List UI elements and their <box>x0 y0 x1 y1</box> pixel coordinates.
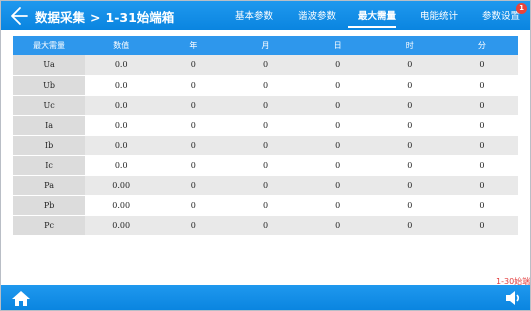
value-cell: 0 <box>301 115 374 136</box>
value-cell: 0 <box>445 175 518 196</box>
value-cell: 0 <box>373 135 446 156</box>
value-cell: 0 <box>301 135 374 156</box>
value-cell: 0.0 <box>85 115 158 136</box>
value-cell: 0 <box>157 195 230 216</box>
value-cell: 0 <box>445 55 518 76</box>
tab-max-demand[interactable]: 最大需量 <box>358 8 396 22</box>
row-label-cell: Pc <box>13 215 86 236</box>
value-cell: 0 <box>373 215 446 236</box>
value-cell: 0 <box>373 115 446 136</box>
value-cell: 0 <box>229 175 302 196</box>
value-cell: 0 <box>445 75 518 96</box>
row-label-cell: Ub <box>13 75 86 96</box>
tab-basic-params[interactable]: 基本参数 <box>235 8 273 22</box>
tab-param-settings[interactable]: 参数设置 <box>482 8 520 22</box>
max-demand-table: 最大需量 数值 年 月 日 时 分 Ua 0.0 0 0 0 0 0 Ub 0.0 0 0 0 0 0 Uc… <box>13 36 518 236</box>
table-row: Pb 0.00 0 0 0 0 0 <box>13 195 518 216</box>
value-cell: 0.0 <box>85 155 158 176</box>
row-label-cell: Ic <box>13 155 86 176</box>
value-cell: 0 <box>373 75 446 96</box>
title-device: 1-31始端箱 <box>105 10 175 25</box>
value-cell: 0 <box>373 55 446 76</box>
value-cell: 0 <box>301 175 374 196</box>
value-cell: 0 <box>229 75 302 96</box>
value-cell: 0 <box>157 75 230 96</box>
value-cell: 0.0 <box>85 55 158 76</box>
row-label-cell: Pa <box>13 175 86 196</box>
row-label-cell: Ia <box>13 115 86 136</box>
value-cell: 0 <box>445 155 518 176</box>
value-cell: 0 <box>373 95 446 116</box>
value-cell: 0 <box>229 55 302 76</box>
table-row: Pa 0.00 0 0 0 0 0 <box>13 175 518 196</box>
value-cell: 0 <box>445 215 518 236</box>
tab-energy-stats[interactable]: 电能统计 <box>420 8 458 22</box>
value-cell: 0.0 <box>85 75 158 96</box>
value-cell: 0.00 <box>85 175 158 196</box>
breadcrumb-separator: > <box>90 10 101 25</box>
value-cell: 0 <box>301 75 374 96</box>
value-cell: 0 <box>445 135 518 156</box>
value-cell: 0.00 <box>85 195 158 216</box>
bottom-bar <box>1 285 530 310</box>
active-tab-indicator <box>348 26 396 28</box>
top-bar: 数据采集 >1-31始端箱 基本参数 谐波参数 最大需量 电能统计 参数设置 1 <box>1 1 530 30</box>
row-label-cell: Uc <box>13 95 86 116</box>
column-header: 数值 <box>85 36 158 55</box>
column-header: 日 <box>301 36 374 55</box>
value-cell: 0 <box>229 115 302 136</box>
value-cell: 0 <box>157 55 230 76</box>
value-cell: 0 <box>301 155 374 176</box>
value-cell: 0.0 <box>85 135 158 156</box>
value-cell: 0 <box>229 195 302 216</box>
value-cell: 0 <box>373 155 446 176</box>
tab-harmonic-params[interactable]: 谐波参数 <box>298 8 336 22</box>
table-header-row: 最大需量 数值 年 月 日 时 分 <box>13 36 518 55</box>
value-cell: 0 <box>157 215 230 236</box>
value-cell: 0 <box>229 155 302 176</box>
value-cell: 0 <box>301 95 374 116</box>
table-row: Ia 0.0 0 0 0 0 0 <box>13 115 518 136</box>
row-label-cell: Pb <box>13 195 86 216</box>
table-row: Ic 0.0 0 0 0 0 0 <box>13 155 518 176</box>
value-cell: 0 <box>373 175 446 196</box>
notification-badge: 1 <box>516 3 527 14</box>
home-icon[interactable] <box>11 290 31 307</box>
row-label-cell: Ua <box>13 55 86 76</box>
back-arrow-icon[interactable] <box>7 5 29 27</box>
value-cell: 0 <box>157 175 230 196</box>
value-cell: 0 <box>157 135 230 156</box>
value-cell: 0 <box>445 195 518 216</box>
value-cell: 0 <box>445 115 518 136</box>
column-header: 最大需量 <box>13 36 86 55</box>
value-cell: 0 <box>157 155 230 176</box>
speaker-icon[interactable] <box>504 289 522 307</box>
value-cell: 0 <box>157 95 230 116</box>
value-cell: 0 <box>229 215 302 236</box>
title-main: 数据采集 <box>35 10 86 25</box>
tab-bar: 基本参数 谐波参数 最大需量 电能统计 参数设置 1 <box>219 1 530 30</box>
value-cell: 0 <box>229 95 302 116</box>
column-header: 时 <box>373 36 446 55</box>
table-row: Ib 0.0 0 0 0 0 0 <box>13 135 518 156</box>
page-title: 数据采集 >1-31始端箱 <box>35 7 174 26</box>
value-cell: 0.0 <box>85 95 158 116</box>
value-cell: 0 <box>301 55 374 76</box>
table-row: Uc 0.0 0 0 0 0 0 <box>13 95 518 116</box>
value-cell: 0 <box>229 135 302 156</box>
table-row: Ub 0.0 0 0 0 0 0 <box>13 75 518 96</box>
column-header: 年 <box>157 36 230 55</box>
value-cell: 0 <box>301 195 374 216</box>
value-cell: 0 <box>301 215 374 236</box>
column-header: 月 <box>229 36 302 55</box>
value-cell: 0 <box>157 115 230 136</box>
value-cell: 0 <box>373 195 446 216</box>
table-row: Pc 0.00 0 0 0 0 0 <box>13 215 518 236</box>
value-cell: 0 <box>445 95 518 116</box>
row-label-cell: Ib <box>13 135 86 156</box>
value-cell: 0.00 <box>85 215 158 236</box>
column-header: 分 <box>445 36 518 55</box>
table-row: Ua 0.0 0 0 0 0 0 <box>13 55 518 76</box>
